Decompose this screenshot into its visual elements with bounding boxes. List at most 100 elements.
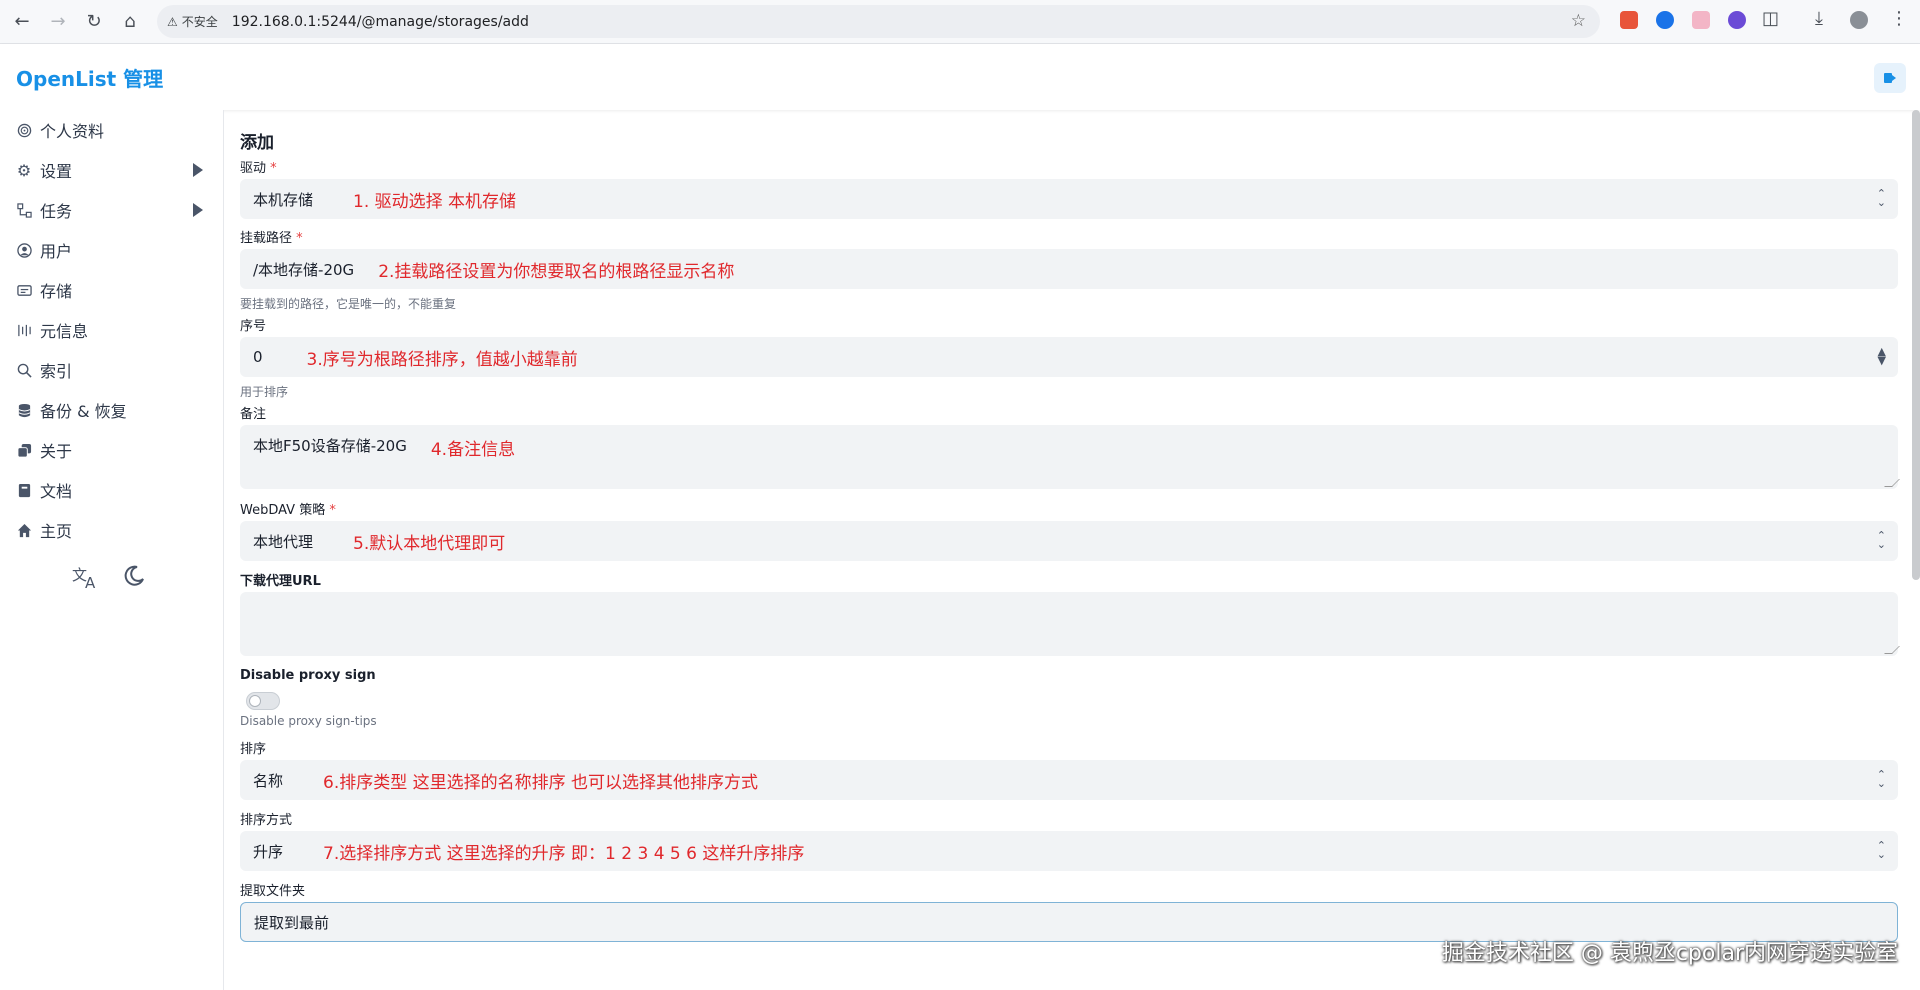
sidebar-item-label: 索引 (40, 362, 73, 381)
mount-path-value: /本地存储-20G (253, 260, 355, 279)
book-icon (16, 482, 32, 498)
mount-path-help: 要挂载到的路径，它是唯一的，不能重复 (240, 297, 457, 311)
annotation-5: 5.默认本地代理即可 (353, 533, 506, 554)
sidebar-item-backup[interactable]: 备份 & 恢复 (0, 390, 223, 430)
logout-icon (1884, 73, 1896, 83)
sort-select[interactable]: 名称 6.排序类型 这里选择的名称排序 也可以选择其他排序方式 ⌃ ⌄ (240, 760, 1898, 800)
download-icon[interactable]: ⤓ (1815, 8, 1823, 29)
sort-direction-value: 升序 (253, 842, 284, 861)
sort-value: 名称 (253, 771, 284, 790)
sidebar-item-users[interactable]: 用户 (0, 230, 223, 270)
annotation-1: 1. 驱动选择 本机存储 (353, 191, 517, 212)
sidebar: 个人资料 ⚙ 设置 任务 用户 存储 元信息 索引 备份 & 恢复 关于 文档 … (0, 110, 224, 990)
url-text[interactable]: 192.168.0.1:5244/@manage/storages/add (232, 14, 529, 30)
driver-label: 驱动 * (240, 161, 277, 176)
expand-arrow-icon[interactable] (193, 203, 203, 217)
bookmark-star-icon[interactable]: ☆ (1571, 11, 1586, 31)
sidebar-item-label: 用户 (40, 242, 73, 261)
annotation-4: 4.备注信息 (430, 440, 516, 460)
database-icon (16, 402, 32, 418)
sort-direction-select[interactable]: 升序 7.选择排序方式 这里选择的升序 即：1 2 3 4 5 6 这样升序排序… (240, 831, 1898, 871)
sidebar-item-settings[interactable]: ⚙ 设置 (0, 150, 223, 190)
insecure-badge[interactable]: ⚠ 不安全 (167, 13, 218, 30)
reload-icon[interactable]: ↻ (76, 4, 112, 40)
sidebar-item-storage[interactable]: 存储 (0, 270, 223, 310)
sidebar-item-index[interactable]: 索引 (0, 350, 223, 390)
extension-icon[interactable] (1728, 11, 1746, 29)
address-bar[interactable]: ⚠ 不安全 192.168.0.1:5244/@manage/storages/… (157, 5, 1600, 38)
watermark: 掘金技术社区 @ 袁煦丞cpolar内网穿透实验室 (1441, 941, 1898, 966)
order-help: 用于排序 (240, 385, 289, 399)
avatar[interactable] (1850, 11, 1868, 29)
browser-toolbar: ← → ↻ ⌂ ⚠ 不安全 192.168.0.1:5244/@manage/s… (0, 0, 1920, 44)
driver-value: 本机存储 (253, 190, 314, 209)
disable-proxy-sign-toggle[interactable] (246, 692, 280, 710)
sidebar-item-label: 任务 (40, 202, 73, 221)
brand-title[interactable]: OpenList 管理 (16, 63, 163, 92)
webdav-label: WebDAV 策略 * (240, 503, 336, 518)
extension-icon[interactable] (1692, 11, 1710, 29)
annotation-7: 7.选择排序方式 这里选择的升序 即：1 2 3 4 5 6 这样升序排序 (323, 843, 805, 864)
insecure-label: 不安全 (181, 15, 218, 29)
back-icon[interactable]: ← (4, 4, 40, 40)
expand-arrow-icon[interactable] (193, 163, 203, 177)
sidebar-item-tasks[interactable]: 任务 (0, 190, 223, 230)
menu-dots-icon[interactable]: ⋮ (1890, 8, 1908, 29)
webdav-select[interactable]: 本地代理 5.默认本地代理即可 ⌃ ⌄ (240, 521, 1898, 561)
meta-icon (16, 322, 32, 338)
sidebar-item-label: 备份 & 恢复 (40, 402, 127, 421)
sidebar-item-docs[interactable]: 文档 (0, 470, 223, 510)
moon-icon[interactable] (122, 564, 146, 596)
sidebar-item-label: 存储 (40, 282, 73, 301)
page-scrollbar[interactable] (1912, 110, 1920, 580)
puzzle-icon[interactable]: ◫ (1762, 8, 1779, 29)
remark-value: 本地F50设备存储-20G (253, 437, 407, 455)
order-value: 0 (253, 348, 263, 366)
main-content: 添加 驱动 * 本机存储 1. 驱动选择 本机存储 ⌃ ⌄ 挂载路径 * /本地存… (225, 110, 1920, 990)
translate-icon[interactable]: 文A (72, 564, 100, 596)
extension-icon[interactable] (1620, 11, 1638, 29)
sidebar-item-meta[interactable]: 元信息 (0, 310, 223, 350)
driver-select[interactable]: 本机存储 1. 驱动选择 本机存储 ⌃ ⌄ (240, 179, 1898, 219)
sidebar-item-home[interactable]: 主页 (0, 510, 223, 550)
mount-path-input[interactable]: /本地存储-20G 2.挂载路径设置为你想要取名的根路径显示名称 (240, 249, 1898, 289)
sidebar-item-label: 主页 (40, 522, 73, 541)
sidebar-item-label: 元信息 (40, 322, 89, 341)
user-icon (16, 242, 32, 258)
sort-direction-label: 排序方式 (240, 813, 293, 828)
svg-text:A: A (85, 574, 96, 590)
chevron-updown-icon: ⌃ ⌄ (1876, 768, 1886, 790)
remark-textarea[interactable]: 本地F50设备存储-20G 4.备注信息 (240, 425, 1900, 489)
storage-icon (16, 282, 32, 298)
annotation-3: 3.序号为根路径排序，值越小越靠前 (306, 349, 578, 370)
chevron-updown-icon: ⌃ ⌄ (1876, 529, 1886, 551)
sidebar-item-about[interactable]: 关于 (0, 430, 223, 470)
search-icon (16, 362, 32, 378)
order-label: 序号 (240, 319, 267, 334)
mount-path-label: 挂载路径 * (240, 231, 303, 246)
logout-button[interactable] (1874, 63, 1906, 93)
extract-folder-value: 提取到最前 (254, 913, 330, 932)
disable-proxy-sign-label: Disable proxy sign (240, 668, 376, 683)
sidebar-item-label: 关于 (40, 442, 73, 461)
sidebar-item-profile[interactable]: 个人资料 (0, 110, 223, 150)
page-title: 添加 (240, 133, 274, 153)
remark-label: 备注 (240, 407, 267, 422)
order-input[interactable]: 0 3.序号为根路径排序，值越小越靠前 ▲ ▼ (240, 337, 1898, 377)
webdav-value: 本地代理 (253, 532, 314, 551)
extension-icon[interactable] (1656, 11, 1674, 29)
sort-label: 排序 (240, 742, 267, 757)
proxy-url-textarea[interactable] (240, 592, 1900, 656)
forward-icon[interactable]: → (40, 4, 76, 40)
chevron-updown-icon: ⌃ ⌄ (1876, 839, 1886, 861)
resize-handle-icon[interactable] (1884, 479, 1900, 487)
home-icon[interactable]: ⌂ (112, 4, 148, 40)
home-icon (16, 522, 32, 538)
sidebar-tools: 文A (0, 564, 223, 596)
sidebar-item-label: 设置 (40, 162, 73, 181)
toggle-knob (249, 695, 261, 707)
number-stepper-icon[interactable]: ▲ ▼ (1878, 346, 1886, 366)
resize-handle-icon[interactable] (1884, 646, 1900, 654)
sidebar-item-label: 文档 (40, 482, 73, 501)
chevron-updown-icon: ⌃ ⌄ (1876, 187, 1886, 209)
